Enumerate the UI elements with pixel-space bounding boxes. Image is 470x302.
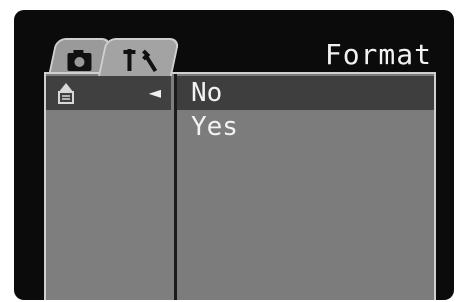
page-title: Format bbox=[324, 38, 432, 71]
option-yes[interactable]: Yes bbox=[177, 110, 434, 144]
setup-tools-icon bbox=[103, 43, 173, 76]
options-list: No Yes bbox=[177, 76, 434, 144]
tab-setup[interactable] bbox=[97, 38, 181, 76]
option-no[interactable]: No bbox=[177, 76, 434, 110]
tab-bar: Format bbox=[14, 10, 454, 76]
menu-panel: ◄ No Yes bbox=[44, 72, 436, 300]
camera-menu-screen: Format ◄ No Yes bbox=[14, 10, 454, 300]
left-arrow-icon: ◄ bbox=[148, 83, 161, 102]
sidebar-item-format[interactable]: ◄ bbox=[46, 76, 171, 110]
format-card-icon bbox=[52, 79, 80, 107]
sidebar: ◄ bbox=[46, 74, 177, 300]
